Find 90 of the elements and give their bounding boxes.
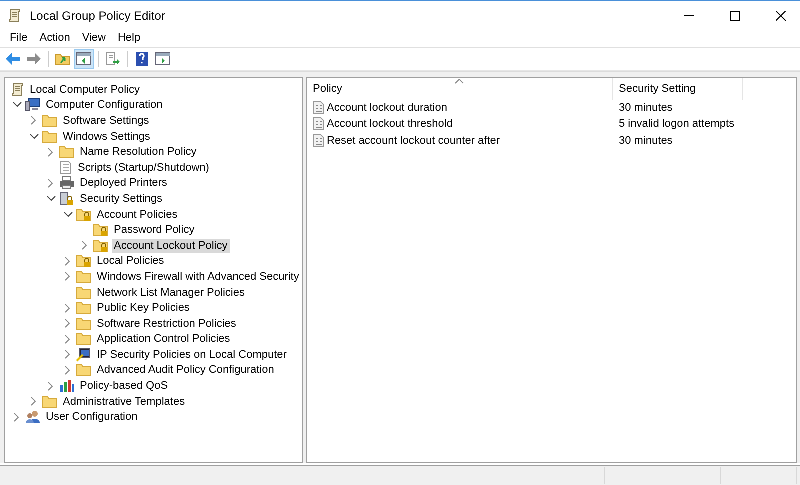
- tree-item[interactable]: Account Policies: [95, 208, 180, 222]
- folder-up-icon: [55, 52, 71, 66]
- back-arrow-icon: [5, 52, 21, 66]
- collapse-chevron-icon[interactable]: [30, 134, 38, 140]
- expand-chevron-icon[interactable]: [14, 412, 20, 422]
- folder-icon: [76, 332, 92, 346]
- collapse-chevron-icon[interactable]: [46, 196, 56, 202]
- locked-folder-icon: [76, 208, 92, 222]
- expand-chevron-icon[interactable]: [65, 272, 71, 282]
- tree-item[interactable]: Password Policy: [112, 223, 197, 238]
- tree-item[interactable]: Name Resolution Policy: [78, 145, 199, 160]
- expand-chevron-icon[interactable]: [31, 397, 37, 406]
- tree-item[interactable]: Windows Firewall with Advanced Security: [95, 270, 302, 284]
- tree-item[interactable]: Software Restriction Policies: [95, 316, 238, 331]
- printer-icon: [59, 176, 75, 190]
- users-icon: [25, 410, 41, 424]
- menu-item[interactable]: File: [4, 31, 34, 47]
- sort-caret-icon: [455, 79, 464, 84]
- folder-icon: [76, 286, 92, 300]
- expand-chevron-icon[interactable]: [31, 116, 37, 126]
- menu-item[interactable]: View: [76, 31, 112, 47]
- policy-setting-icon: [313, 101, 325, 116]
- tree-item[interactable]: Policy-based QoS: [78, 379, 170, 394]
- policy-name[interactable]: Account lockout threshold: [327, 118, 453, 130]
- folder-icon: [42, 130, 58, 144]
- tree-item[interactable]: Software Settings: [61, 114, 152, 128]
- bar-chart-icon: [59, 379, 75, 394]
- policy-setting-icon: [313, 134, 325, 148]
- collapse-chevron-icon[interactable]: [64, 212, 72, 218]
- tree-item[interactable]: Advanced Audit Policy Configuration: [95, 363, 276, 378]
- computer-icon: [25, 98, 41, 112]
- policy-name[interactable]: Reset account lockout counter after: [327, 134, 500, 147]
- tree-item[interactable]: Local Computer Policy: [28, 82, 142, 97]
- expand-chevron-icon[interactable]: [48, 178, 54, 188]
- menu-item[interactable]: Help: [112, 31, 147, 47]
- collapse-chevron-icon[interactable]: [12, 102, 22, 108]
- monitor-key-icon: [76, 348, 92, 362]
- help-book-icon: [135, 51, 149, 67]
- expand-chevron-icon[interactable]: [65, 366, 71, 375]
- folder-icon: [76, 316, 92, 331]
- tree-item[interactable]: Computer Configuration: [44, 98, 165, 112]
- expand-chevron-icon[interactable]: [65, 319, 71, 328]
- tree-item[interactable]: User Configuration: [44, 410, 140, 424]
- expand-chevron-icon[interactable]: [65, 334, 71, 344]
- tree-item[interactable]: IP Security Policies on Local Computer: [95, 348, 289, 362]
- tree-item[interactable]: Application Control Policies: [95, 332, 232, 346]
- tree-item[interactable]: Administrative Templates: [61, 394, 188, 409]
- locked-folder-icon: [93, 223, 109, 238]
- forward-arrow-icon: [26, 52, 42, 66]
- folder-icon: [42, 394, 58, 409]
- column-header[interactable]: Policy: [307, 78, 613, 100]
- tree-item[interactable]: Public Key Policies: [95, 301, 192, 316]
- action-pane-icon: [155, 52, 171, 66]
- tree-item[interactable]: Scripts (Startup/Shutdown): [76, 160, 212, 175]
- column-header[interactable]: Security Setting: [613, 78, 743, 100]
- tree-item[interactable]: Deployed Printers: [78, 176, 170, 190]
- folder-icon: [76, 301, 92, 316]
- locked-folder-icon: [93, 238, 109, 253]
- locked-folder-icon: [76, 254, 92, 268]
- policy-value: 30 minutes: [618, 102, 674, 114]
- expand-chevron-icon[interactable]: [82, 241, 88, 250]
- toolbar-button[interactable]: [74, 49, 94, 69]
- tree-item[interactable]: Account Lockout Policy: [112, 238, 230, 253]
- maximize-icon: [730, 11, 740, 21]
- policy-value: 30 minutes: [618, 134, 674, 147]
- window-title: Local Group Policy Editor: [30, 9, 166, 23]
- policy-value: 5 invalid logon attempts: [618, 118, 736, 130]
- tree-item[interactable]: Local Policies: [95, 254, 166, 268]
- scroll-icon: [11, 82, 25, 97]
- folder-icon: [76, 270, 92, 284]
- folder-icon: [76, 363, 92, 378]
- app-icon: [8, 9, 22, 23]
- expand-chevron-icon[interactable]: [65, 350, 71, 360]
- expand-chevron-icon[interactable]: [65, 304, 71, 313]
- folder-icon: [42, 114, 58, 128]
- expand-chevron-icon[interactable]: [48, 382, 54, 391]
- policy-setting-icon: [313, 117, 325, 132]
- policy-name[interactable]: Account lockout duration: [327, 102, 448, 114]
- expand-chevron-icon[interactable]: [65, 256, 71, 266]
- tree-item[interactable]: Security Settings: [78, 192, 165, 206]
- script-icon: [59, 160, 73, 175]
- export-list-icon: [105, 52, 121, 66]
- tree-item[interactable]: Network List Manager Policies: [95, 286, 247, 300]
- tree-item[interactable]: Windows Settings: [61, 130, 152, 144]
- menu-item[interactable]: Action: [34, 31, 76, 47]
- close-icon: [776, 11, 786, 21]
- console-tree-icon: [76, 52, 92, 66]
- server-lock-icon: [59, 192, 75, 206]
- folder-icon: [59, 145, 75, 160]
- expand-chevron-icon[interactable]: [48, 148, 54, 157]
